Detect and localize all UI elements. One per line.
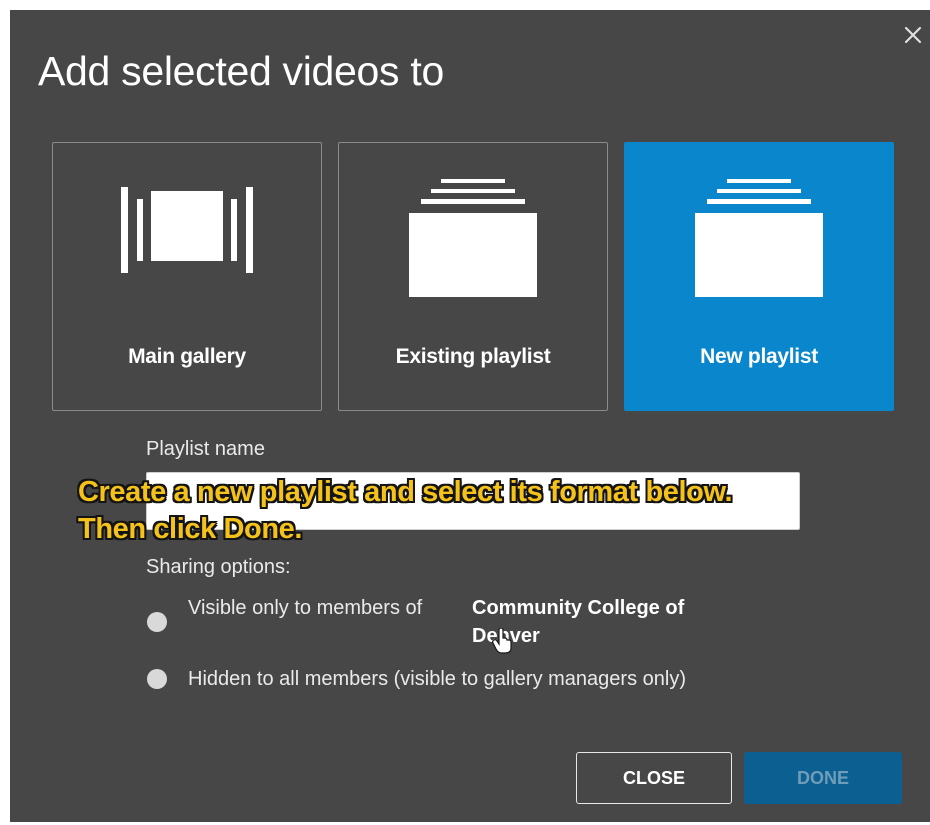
close-button[interactable]: CLOSE: [576, 752, 732, 804]
dialog-title: Add selected videos to: [38, 48, 444, 94]
playlist-name-label: Playlist name: [146, 438, 265, 460]
radio-visible-to-members[interactable]: [147, 612, 167, 632]
playlist-name-input[interactable]: [146, 472, 800, 530]
organization-name: Community College of Denver: [472, 597, 685, 647]
playlist-stack-icon: [625, 175, 893, 297]
tile-new-playlist[interactable]: New playlist: [624, 142, 894, 411]
done-button[interactable]: DONE: [744, 752, 902, 804]
option-visible-to-members-label: Visible only to members of: [188, 597, 423, 619]
gallery-icon: [53, 175, 321, 295]
radio-hidden-to-all[interactable]: [147, 669, 167, 689]
close-icon[interactable]: [898, 20, 928, 50]
sharing-options-label: Sharing options:: [146, 556, 291, 578]
option-hidden-to-all-label: Hidden to all members (visible to galler…: [188, 668, 686, 690]
tile-new-playlist-label: New playlist: [700, 345, 818, 368]
tile-existing-playlist-label: Existing playlist: [395, 345, 551, 368]
tile-main-gallery[interactable]: Main gallery: [52, 142, 322, 411]
tile-existing-playlist[interactable]: Existing playlist: [338, 142, 608, 411]
playlist-stack-icon: [339, 175, 607, 297]
add-videos-dialog: Add selected videos to Main gallery Exis…: [10, 10, 930, 822]
tile-main-gallery-label: Main gallery: [128, 345, 246, 368]
